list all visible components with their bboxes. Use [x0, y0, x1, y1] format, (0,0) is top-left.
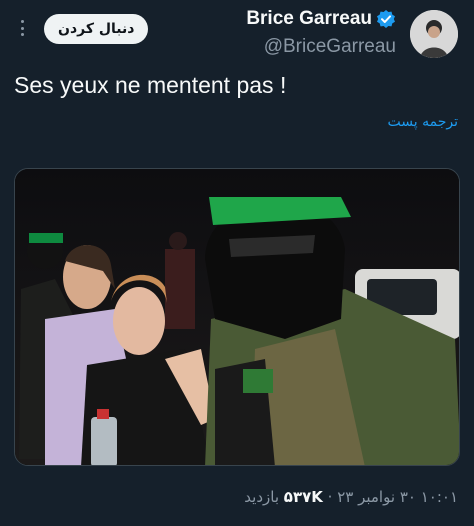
verified-badge-icon: [376, 9, 396, 29]
user-info: Brice Garreau @BriceGarreau: [246, 8, 396, 58]
meta-separator: ۳۰: [395, 488, 421, 506]
user-handle[interactable]: @BriceGarreau: [246, 36, 396, 58]
views-count: ۵۳۷K: [283, 488, 323, 506]
more-vertical-icon[interactable]: [14, 20, 30, 36]
tweet-video[interactable]: [14, 168, 460, 466]
tweet-time[interactable]: ۱۰:۰۱: [421, 488, 458, 506]
display-name[interactable]: Brice Garreau: [246, 8, 372, 30]
tweet-text: Ses yeux ne mentent pas !: [14, 72, 287, 98]
tweet-header: Brice Garreau @BriceGarreau دنبال کردن: [0, 0, 474, 70]
tweet-date[interactable]: نوامبر ۲۳: [337, 488, 395, 506]
follow-button[interactable]: دنبال کردن: [44, 14, 149, 44]
avatar[interactable]: [410, 10, 458, 58]
views-label: بازدید: [244, 488, 284, 506]
translate-post-link[interactable]: ترجمه پست: [388, 114, 458, 130]
tweet-meta: ۱۰:۰۱ ۳۰ نوامبر ۲۳ · ۵۳۷K بازدید: [244, 488, 458, 506]
meta-dot: ·: [322, 488, 338, 506]
